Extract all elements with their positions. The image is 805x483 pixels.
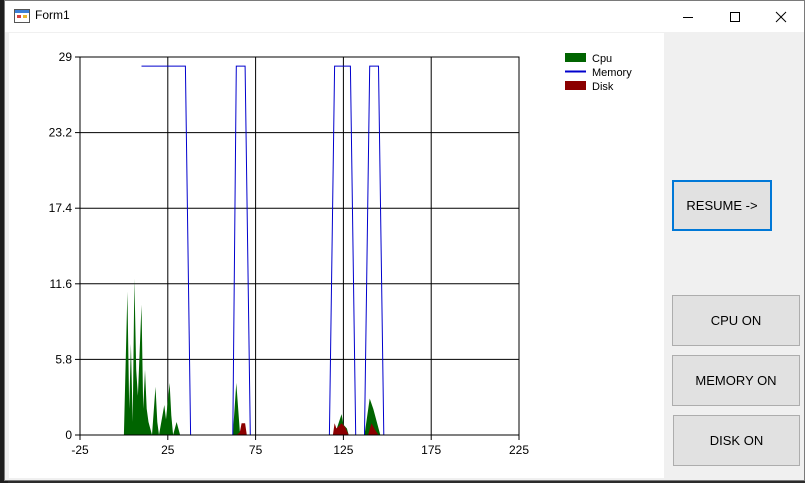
series-cpu-area [123,278,520,435]
x-tick-label: 25 [161,443,175,457]
maximize-button[interactable] [712,1,758,32]
x-tick-label: -25 [71,443,89,457]
window-title: Form1 [35,8,70,22]
minimize-button[interactable] [665,1,711,32]
y-tick-label: 11.6 [50,277,73,291]
close-button[interactable] [758,1,804,32]
legend-label-disk: Disk [592,81,614,93]
legend-swatch-cpu [565,53,586,62]
y-tick-label: 29 [59,50,73,64]
x-tick-label: 175 [421,443,441,457]
maximize-icon [730,11,740,22]
memory-toggle-button[interactable]: MEMORY ON [672,355,800,406]
resume-button[interactable]: RESUME -> [672,180,772,231]
chart-panel: -25 25 75 125 175 225 0 5.8 11.6 17.4 23.2 29 Cpu Me… [9,33,664,478]
x-tick-label: 225 [509,443,529,457]
form-window: Form1 -25 25 75 125 175 225 0 5.8 11.6 17.4 23.2 29… [4,0,805,481]
y-tick-label: 23.2 [49,126,73,140]
form-app-icon [14,9,30,23]
legend-swatch-disk [565,81,586,90]
usage-chart: -25 25 75 125 175 225 0 5.8 11.6 17.4 23.2 29 Cpu Me… [49,50,633,457]
title-bar: Form1 [5,1,804,32]
legend-label-cpu: Cpu [592,53,612,65]
legend-label-memory: Memory [592,67,632,79]
cpu-toggle-button[interactable]: CPU ON [672,295,800,346]
y-tick-label: 17.4 [49,201,73,215]
plot-frame [79,56,520,436]
series-memory-line [141,65,519,436]
y-tick-label: 5.8 [55,352,72,366]
x-tick-label: 75 [249,443,263,457]
minimize-icon [683,16,693,18]
disk-toggle-button[interactable]: DISK ON [673,415,800,466]
close-icon [775,11,787,22]
y-tick-label: 0 [65,428,72,442]
x-tick-label: 125 [333,443,353,457]
